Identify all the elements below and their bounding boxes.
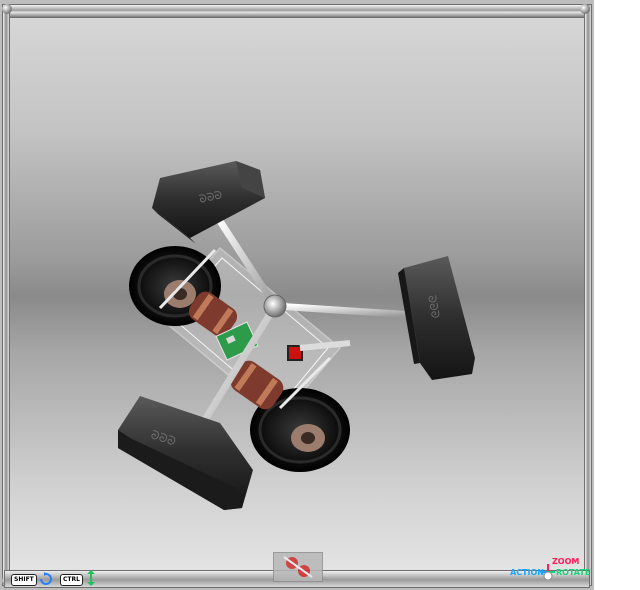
viewer-frame: ᘐᘐᘐ ᘐᘐᘐ ᘐᘐᘐ — [0, 0, 594, 590]
zoom-label: ZOOM — [552, 557, 580, 566]
robot-model: ᘐᘐᘐ ᘐᘐᘐ ᘐᘐᘐ — [118, 161, 475, 510]
frame-left-bar — [2, 4, 10, 586]
corner-bolt-icon — [580, 4, 590, 14]
central-hub — [263, 294, 287, 318]
robot-thumbnail-icon[interactable] — [273, 552, 323, 582]
3d-viewport[interactable]: ᘐᘐᘐ ᘐᘐᘐ ᘐᘐᘐ — [10, 18, 584, 574]
corner-bolt-icon — [2, 4, 12, 14]
frame-top-bar — [4, 4, 590, 18]
weight-bottom: ᘐᘐᘐ — [118, 396, 253, 510]
red-light — [287, 345, 303, 361]
ctrl-key-label: CTRL — [60, 574, 83, 586]
weight-top: ᘐᘐᘐ — [152, 161, 265, 244]
frame-right-bar — [584, 4, 592, 586]
up-down-arrow-icon[interactable] — [86, 570, 96, 586]
rotate-icon[interactable] — [38, 572, 54, 586]
shift-key-label: SHIFT — [11, 574, 37, 586]
rotate-label: ROTATE — [556, 568, 591, 577]
weight-right: ᘐᘐᘐ — [398, 256, 475, 380]
action-label: ACTION — [510, 568, 544, 577]
